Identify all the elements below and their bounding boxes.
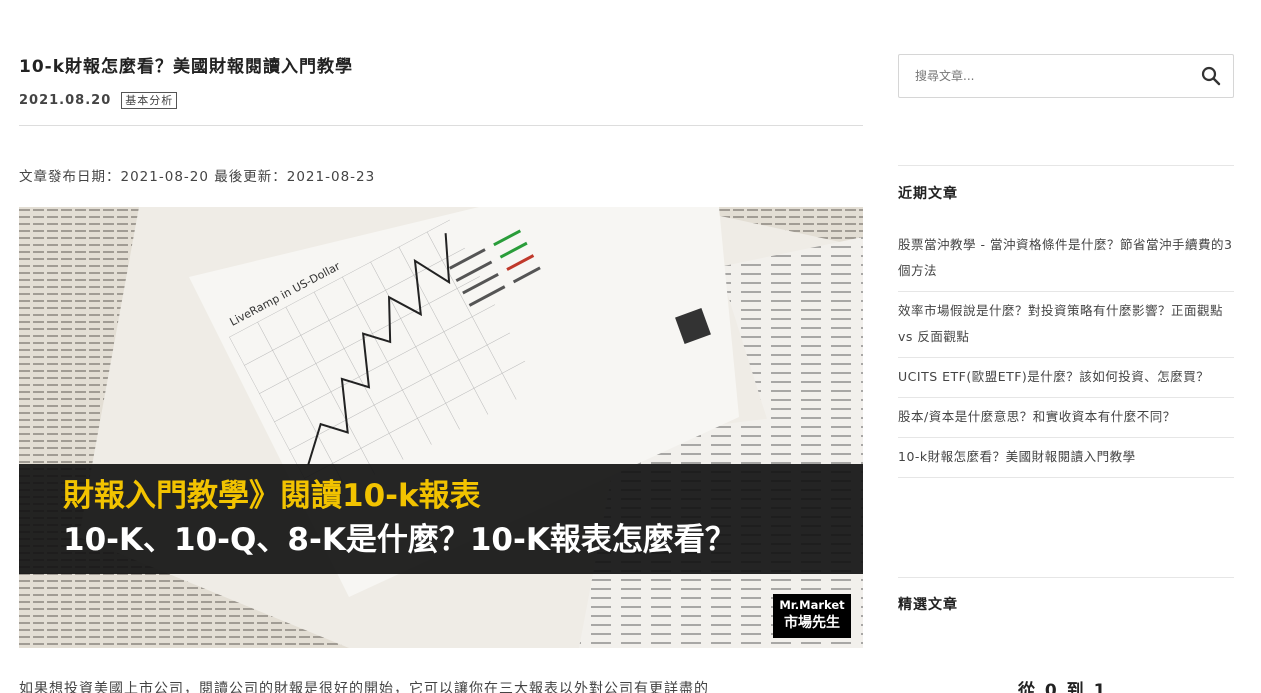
widget-divider (898, 577, 1234, 578)
recent-post-link[interactable]: UCITS ETF(歐盟ETF)是什麼？該如何投資、怎麼買？ (898, 369, 1209, 384)
title-banner: 財報入門教學》閱讀10-k報表 10-K、10-Q、8-K是什麼？10-K報表怎… (19, 464, 863, 574)
recent-post-link[interactable]: 效率市場假說是什麼？對投資策略有什麼影響？正面觀點 vs 反面觀點 (898, 303, 1223, 344)
brand-logo: Mr.Market 市場先生 (773, 594, 851, 638)
recent-post-link[interactable]: 股票當沖教學 - 當沖資格條件是什麼？節省當沖手續費的3個方法 (898, 237, 1232, 278)
category-tag[interactable]: 基本分析 (121, 92, 178, 109)
search-input[interactable] (899, 55, 1189, 97)
featured-post-preview[interactable]: 從 0 到 1 (1018, 676, 1107, 693)
recent-posts-title: 近期文章 (898, 186, 958, 202)
post-title[interactable]: 10-k財報怎麼看？美國財報閱讀入門教學 (19, 52, 353, 77)
featured-image: LiveRamp in US-Dollar 財報入門教學》閱讀10-k報表 10… (19, 207, 863, 648)
brand-name-en: Mr.Market (779, 598, 845, 612)
recent-post-item: 10-k財報怎麼看？美國財報閱讀入門教學 (898, 438, 1234, 478)
recent-posts-list: 股票當沖教學 - 當沖資格條件是什麼？節省當沖手續費的3個方法 效率市場假說是什… (898, 226, 1234, 478)
featured-posts-title: 精選文章 (898, 597, 958, 613)
post-date: 2021.08.20 (19, 93, 112, 108)
recent-post-link[interactable]: 10-k財報怎麼看？美國財報閱讀入門教學 (898, 449, 1136, 464)
recent-post-link[interactable]: 股本/資本是什麼意思？和實收資本有什麼不同？ (898, 409, 1176, 424)
title-divider (19, 125, 863, 126)
publish-date-line: 文章發布日期：2021-08-20 最後更新：2021-08-23 (19, 169, 376, 185)
recent-post-item: 股票當沖教學 - 當沖資格條件是什麼？節省當沖手續費的3個方法 (898, 226, 1234, 292)
recent-post-item: 效率市場假說是什麼？對投資策略有什麼影響？正面觀點 vs 反面觀點 (898, 292, 1234, 358)
recent-post-item: UCITS ETF(歐盟ETF)是什麼？該如何投資、怎麼買？ (898, 358, 1234, 398)
widget-divider (898, 165, 1234, 166)
banner-headline-2: 10-K、10-Q、8-K是什麼？10-K報表怎麼看？ (63, 522, 736, 558)
post-meta: 2021.08.20 基本分析 (19, 92, 178, 109)
search-box (898, 54, 1234, 98)
article-body-first-line: 如果想投資美國上市公司，閱讀公司的財報是很好的開始，它可以讓你在三大報表以外對公… (19, 681, 709, 693)
brand-name-zh: 市場先生 (784, 615, 840, 631)
search-icon[interactable] (1199, 64, 1223, 88)
newspaper-chart-illustration: LiveRamp in US-Dollar (19, 207, 863, 648)
banner-headline-1: 財報入門教學》閱讀10-k報表 (63, 478, 481, 514)
recent-post-item: 股本/資本是什麼意思？和實收資本有什麼不同？ (898, 398, 1234, 438)
